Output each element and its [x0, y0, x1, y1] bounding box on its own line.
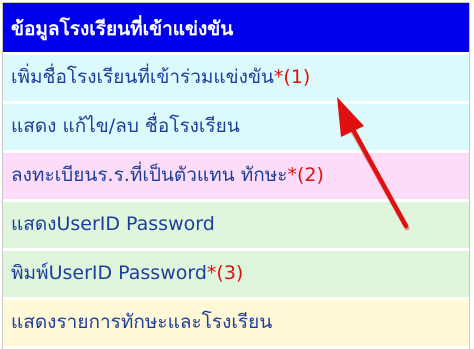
step-mark: *(1)	[273, 66, 311, 88]
menu-item-skills-list[interactable]: แสดงรายการทักษะและโรงเรียน	[3, 300, 469, 349]
menu-item-label: แสดง แก้ไข/ลบ ชื่อโรงเรียน	[11, 115, 240, 137]
menu-item-print-userid[interactable]: พิมพ์UserID Password*(3)	[3, 251, 469, 300]
school-menu-panel: ข้อมูลโรงเรียนที่เข้าแข่งขัน เพิ่มชื่อโร…	[2, 2, 470, 349]
menu-item-label: ลงทะเบียนร.ร.ที่เป็นตัวแทน ทักษะ	[11, 164, 288, 186]
step-mark: *(3)	[206, 262, 244, 284]
menu-item-add-school[interactable]: เพิ่มชื่อโรงเรียนที่เข้าร่วมแข่งขัน*(1)	[3, 55, 469, 104]
menu-item-label: เพิ่มชื่อโรงเรียนที่เข้าร่วมแข่งขัน	[11, 66, 274, 88]
menu-title: ข้อมูลโรงเรียนที่เข้าแข่งขัน	[3, 3, 469, 55]
menu-item-label: แสดงUserID Password	[11, 213, 215, 235]
menu-item-label: พิมพ์UserID Password	[11, 262, 207, 284]
step-mark: *(2)	[287, 164, 324, 186]
menu-item-label: แสดงรายการทักษะและโรงเรียน	[11, 311, 273, 333]
menu-item-edit-school[interactable]: แสดง แก้ไข/ลบ ชื่อโรงเรียน	[3, 104, 469, 153]
menu-item-register-representative[interactable]: ลงทะเบียนร.ร.ที่เป็นตัวแทน ทักษะ*(2)	[3, 153, 469, 202]
menu-item-show-userid[interactable]: แสดงUserID Password	[3, 202, 469, 251]
